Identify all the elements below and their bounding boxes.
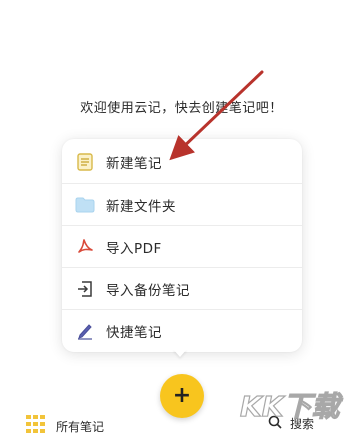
import-icon: [74, 278, 96, 300]
menu-item-label: 快捷笔记: [106, 324, 162, 341]
menu-item-label: 导入备份笔记: [106, 282, 190, 299]
nav-all-notes[interactable]: 所有笔记: [26, 415, 104, 436]
app-screen: 欢迎使用云记，快去创建笔记吧！ 新建笔记 新建文件夹 导入PDF 导入备份笔记 …: [0, 0, 363, 436]
welcome-message: 欢迎使用云记，快去创建笔记吧！: [80, 101, 283, 116]
menu-item-import-backup[interactable]: 导入备份笔记: [62, 267, 302, 309]
menu-item-import-pdf[interactable]: 导入PDF: [62, 225, 302, 267]
grid-icon: [26, 415, 46, 436]
nav-all-notes-label: 所有笔记: [56, 419, 105, 434]
menu-item-new-note[interactable]: 新建笔记: [62, 141, 302, 183]
svg-text:KK下载: KK下载: [240, 390, 343, 423]
pen-icon: [74, 320, 96, 342]
folder-icon: [74, 194, 96, 216]
create-menu-popup: 新建笔记 新建文件夹 导入PDF 导入备份笔记 快捷笔记: [62, 139, 302, 352]
pdf-icon: [74, 236, 96, 258]
menu-item-label: 导入PDF: [106, 240, 162, 257]
menu-item-quick-note[interactable]: 快捷笔记: [62, 309, 302, 351]
menu-item-label: 新建笔记: [106, 156, 162, 172]
add-button[interactable]: +: [160, 374, 204, 418]
menu-pointer: [173, 349, 187, 357]
menu-item-new-folder[interactable]: 新建文件夹: [62, 183, 302, 225]
watermark-logo: KK下载: [239, 389, 344, 423]
menu-item-label: 新建文件夹: [106, 198, 176, 215]
note-icon: [74, 151, 96, 173]
